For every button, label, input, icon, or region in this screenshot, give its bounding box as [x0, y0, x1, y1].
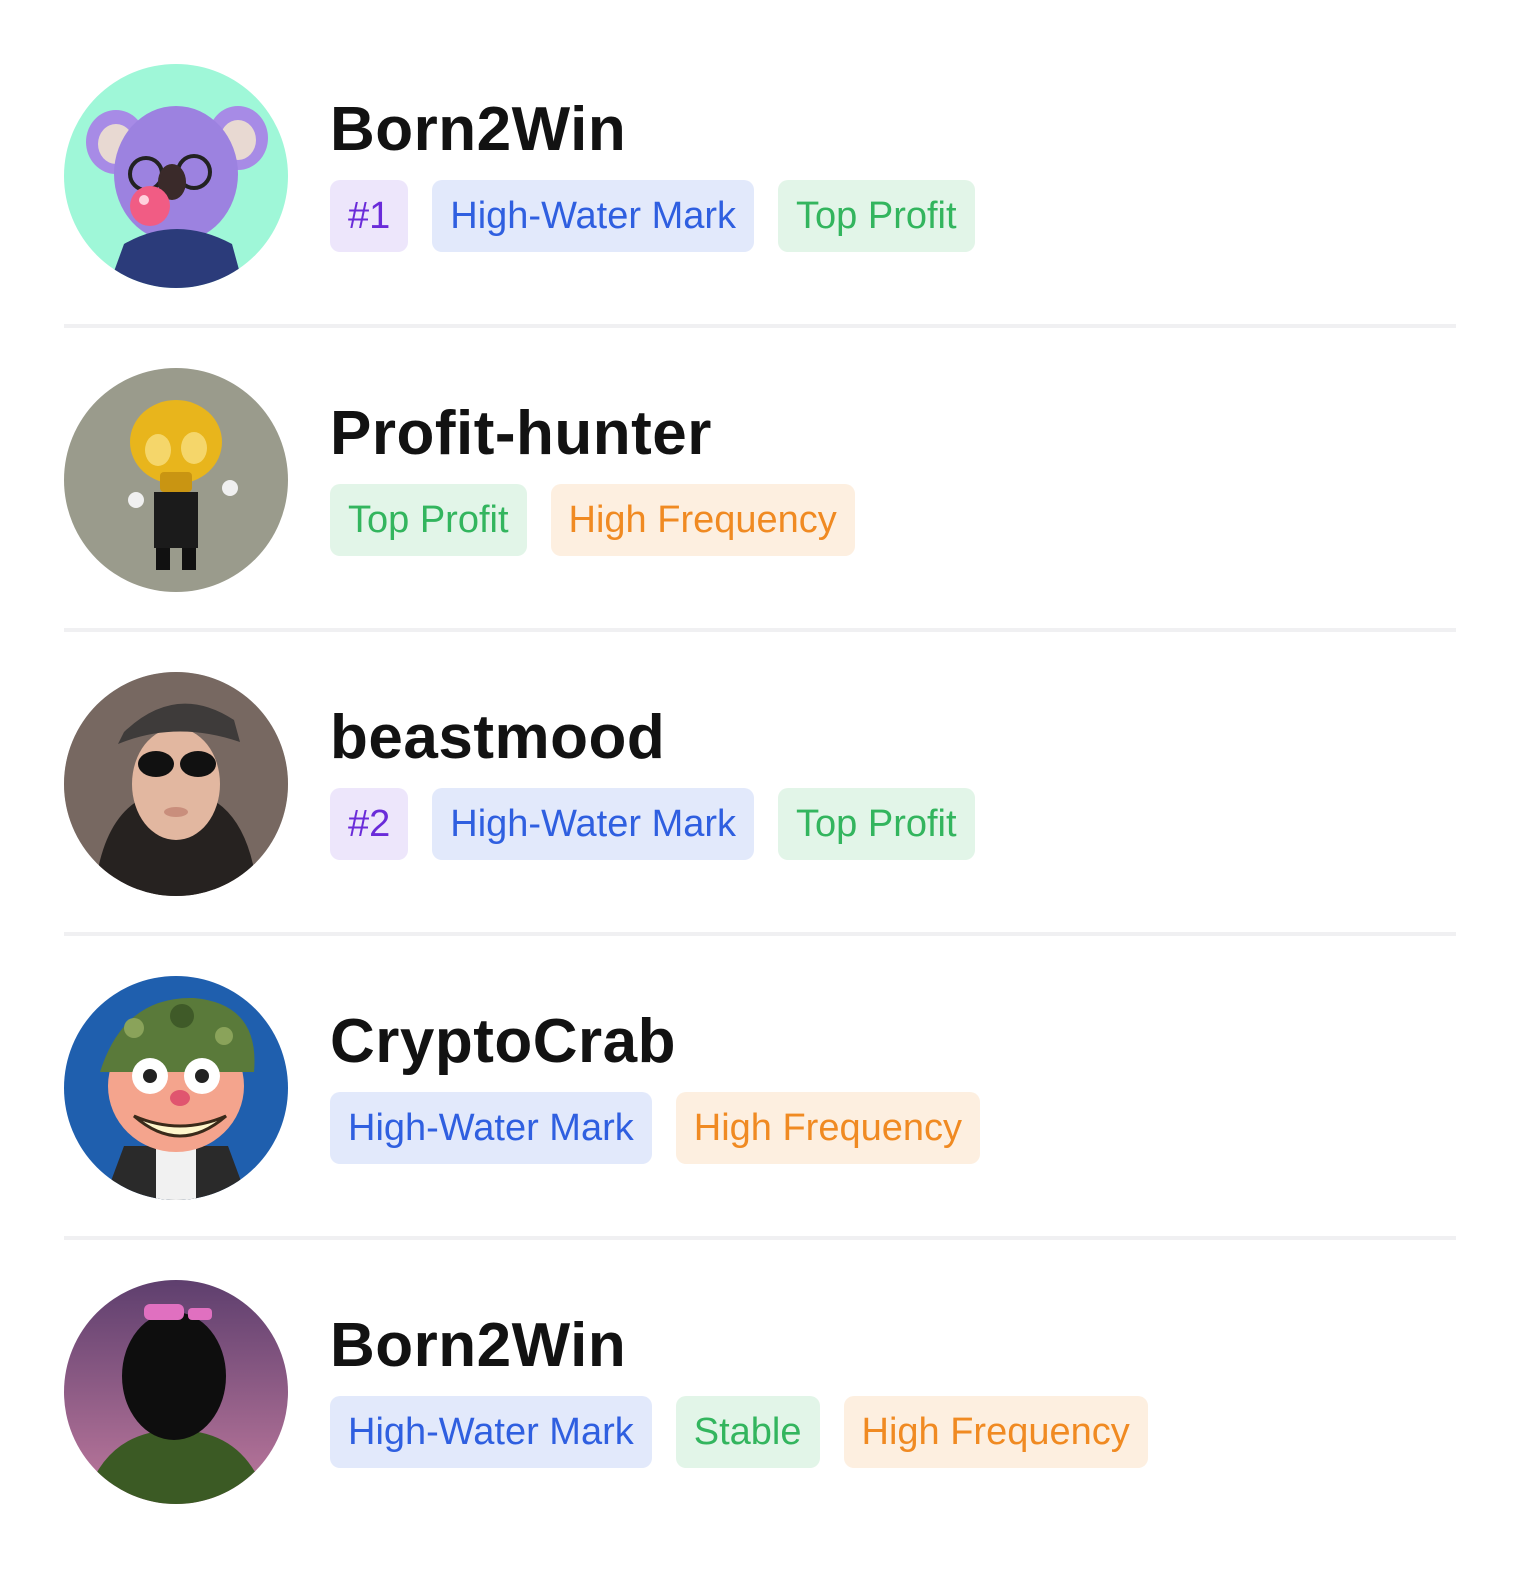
row-divider — [64, 628, 1456, 632]
rank-badge: #2 — [330, 788, 409, 860]
trader-name: Born2Win — [330, 1311, 627, 1380]
trader-row[interactable]: Born2Win #1 High-Water Mark Top Profit — [64, 64, 1456, 368]
high-frequency-tag: High Frequency — [550, 484, 855, 556]
soldier-cartoon-avatar-icon — [64, 976, 288, 1200]
trader-row[interactable]: Born2Win High-Water Mark Stable High Fre… — [64, 1280, 1456, 1584]
top-profit-tag: Top Profit — [778, 180, 975, 252]
stable-tag: Stable — [675, 1396, 820, 1468]
row-divider — [64, 1236, 1456, 1240]
high-frequency-tag: High Frequency — [675, 1092, 980, 1164]
high-water-mark-tag: High-Water Mark — [330, 1396, 652, 1468]
tag-list: #1 High-Water Mark Top Profit — [330, 180, 975, 252]
high-water-mark-tag: High-Water Mark — [432, 180, 755, 252]
koala-avatar-icon — [64, 64, 288, 288]
row-divider — [64, 324, 1456, 328]
trader-name: Profit-hunter — [330, 399, 712, 468]
top-profit-tag: Top Profit — [778, 788, 975, 860]
tag-list: High-Water Mark Stable High Frequency — [330, 1396, 1148, 1468]
top-profit-tag: Top Profit — [330, 484, 527, 556]
high-water-mark-tag: High-Water Mark — [330, 1092, 652, 1164]
trader-row[interactable]: CryptoCrab High-Water Mark High Frequenc… — [64, 976, 1456, 1280]
tag-list: #2 High-Water Mark Top Profit — [330, 788, 975, 860]
gold-skull-avatar-icon — [64, 368, 288, 592]
rank-badge: #1 — [330, 180, 409, 252]
trader-row[interactable]: beastmood #2 High-Water Mark Top Profit — [64, 672, 1456, 976]
row-divider — [64, 932, 1456, 936]
high-frequency-tag: High Frequency — [843, 1396, 1148, 1468]
tag-list: High-Water Mark High Frequency — [330, 1092, 980, 1164]
ape-silhouette-avatar-icon — [64, 1280, 288, 1504]
tag-list: Top Profit High Frequency — [330, 484, 855, 556]
trader-name: Born2Win — [330, 95, 627, 164]
trader-name: CryptoCrab — [330, 1007, 677, 1076]
high-water-mark-tag: High-Water Mark — [432, 788, 755, 860]
trader-name: beastmood — [330, 703, 666, 772]
person-sunglasses-avatar-icon — [64, 672, 288, 896]
trader-list: Born2Win #1 High-Water Mark Top Profit P… — [64, 64, 1456, 1584]
trader-row[interactable]: Profit-hunter Top Profit High Frequency — [64, 368, 1456, 672]
